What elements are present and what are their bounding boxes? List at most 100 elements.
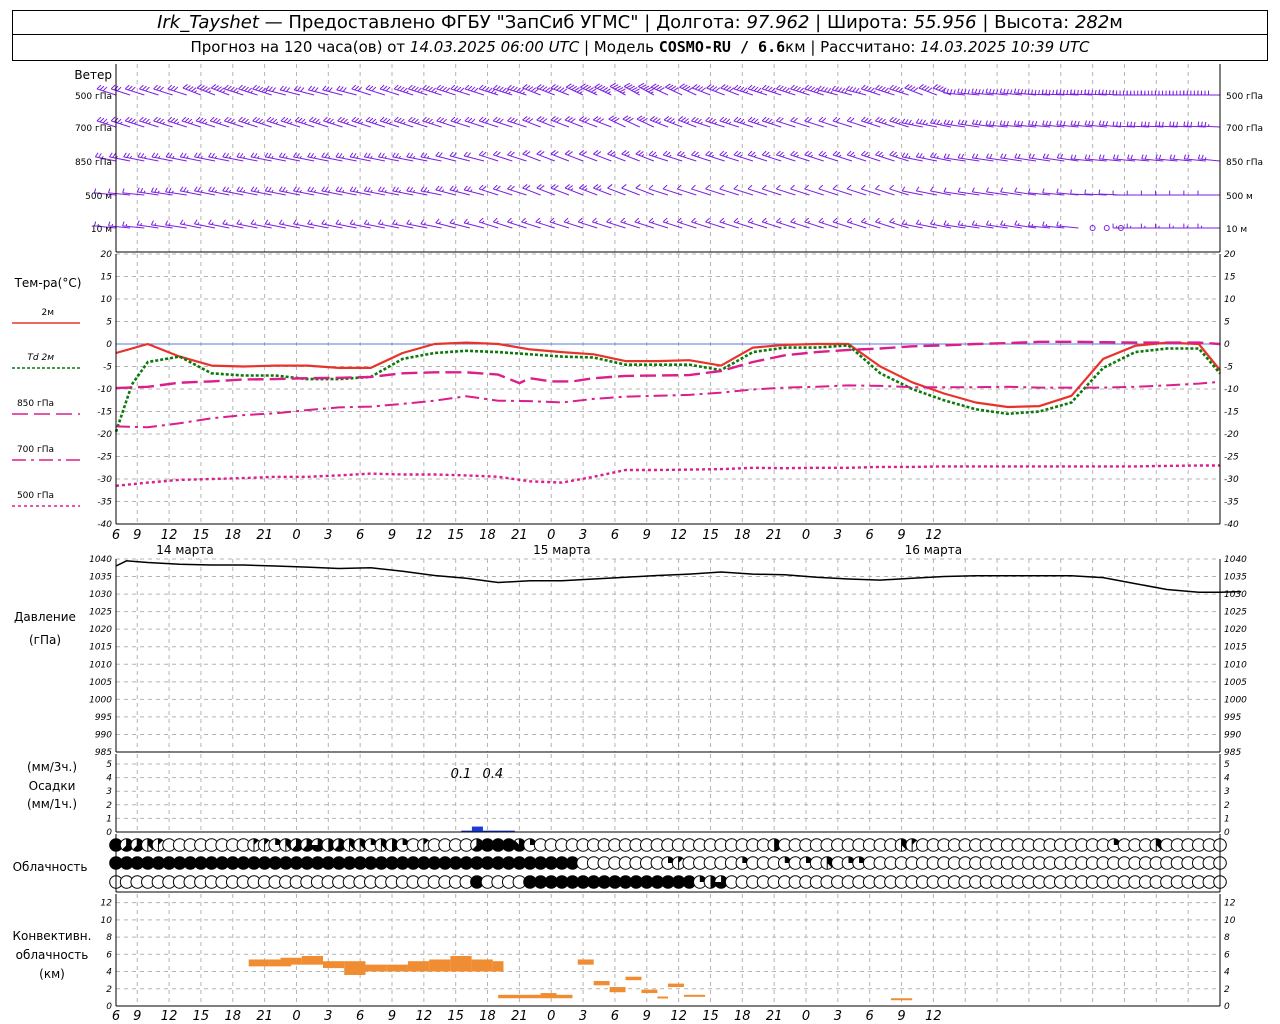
barb-flag	[827, 88, 832, 93]
barb-flag	[620, 217, 625, 223]
barb-flag	[1006, 121, 1009, 126]
barb-flag	[255, 117, 261, 123]
barb-flag	[593, 150, 599, 155]
barb-flag	[967, 89, 970, 95]
barb-flag	[1087, 89, 1090, 95]
barb-flag	[1204, 121, 1207, 127]
barb-half-flag	[367, 222, 370, 225]
barb-flag	[1014, 220, 1018, 226]
barb-half-flag	[250, 90, 253, 94]
barb-flag	[924, 86, 930, 91]
conv-bar	[556, 994, 573, 999]
barb-flag	[293, 219, 297, 225]
barb-flag	[565, 83, 572, 88]
barb-half-flag	[200, 189, 203, 193]
wind-barb	[663, 116, 683, 128]
barb-flag	[1190, 121, 1193, 127]
barb-flag	[123, 152, 127, 158]
barb-flag	[1031, 89, 1033, 95]
barb-flag	[985, 187, 989, 193]
barb-flag	[1006, 89, 1009, 94]
barb-flag	[1042, 188, 1045, 194]
barb-flag	[296, 187, 300, 192]
barb-flag	[379, 116, 385, 122]
barb-flag	[767, 118, 773, 124]
barb-flag	[1147, 121, 1150, 127]
barb-flag	[895, 86, 900, 92]
barb-flag	[428, 86, 433, 92]
barb-staff	[621, 153, 640, 162]
barb-half-flag	[892, 220, 895, 224]
barb-half-flag	[409, 222, 412, 225]
conv-bar	[577, 959, 594, 965]
barb-flag	[938, 86, 944, 91]
barb-flag	[1042, 153, 1046, 159]
barb-half-flag	[257, 155, 260, 159]
barb-flag	[553, 85, 559, 90]
conv-y-tick-left: 12	[101, 899, 113, 909]
wind-barb	[889, 184, 909, 196]
barb-flag	[1088, 120, 1091, 126]
wind-barb	[507, 116, 527, 128]
x-tick-label: 6	[112, 1009, 120, 1024]
barb-flag	[498, 118, 504, 124]
wind-barb	[1183, 90, 1206, 96]
barb-flag	[1073, 89, 1076, 95]
temp-y-tick-left: -40	[97, 520, 112, 530]
pressure-y-tick-left: 995	[95, 713, 112, 723]
barb-half-flag	[866, 154, 870, 158]
barb-flag	[467, 117, 473, 123]
barb-flag	[241, 117, 246, 123]
barb-flag	[297, 117, 303, 123]
barb-flag	[181, 116, 187, 122]
barb-half-flag	[788, 90, 791, 94]
barb-flag	[838, 87, 843, 92]
barb-flag	[1003, 120, 1006, 126]
barb-flag	[535, 217, 541, 223]
barb-flag	[1042, 221, 1045, 227]
barb-flag	[1056, 221, 1059, 227]
barb-flag	[1014, 153, 1018, 159]
barb-flag	[767, 86, 773, 92]
conv-bar	[641, 989, 658, 994]
barb-flag	[1070, 189, 1072, 195]
wind-barb	[623, 82, 640, 96]
barb-flag	[1183, 121, 1186, 127]
barb-half-flag	[742, 121, 746, 125]
barb-flag	[1084, 189, 1087, 195]
barb-flag	[116, 86, 122, 92]
barb-flag	[922, 119, 926, 125]
barb-half-flag	[186, 189, 189, 193]
barb-flag	[293, 152, 297, 158]
barb-flag	[747, 184, 753, 190]
barb-flag	[1098, 89, 1101, 95]
barb-flag	[595, 151, 602, 156]
wind-barb	[1197, 223, 1220, 229]
barb-flag	[495, 151, 501, 157]
barb-staff	[635, 153, 655, 162]
barb-flag	[550, 84, 556, 89]
pressure-y-tick-left: 1030	[89, 590, 112, 600]
barb-flag	[733, 217, 739, 223]
barb-flag	[804, 84, 809, 90]
barb-half-flag	[285, 189, 288, 193]
barb-flag	[396, 85, 402, 91]
wind-barb	[1197, 90, 1220, 96]
barb-flag	[747, 84, 753, 90]
barb-flag	[863, 85, 869, 91]
barb-flag	[567, 185, 573, 190]
wind-barb	[196, 84, 216, 96]
barb-flag	[1017, 120, 1020, 126]
x-tick-label: 9	[133, 1009, 141, 1024]
temp-y-tick-left: -30	[97, 475, 112, 485]
conv-y-tick-left: 0	[106, 1002, 112, 1012]
barb-half-flag	[129, 155, 132, 159]
barb-flag	[1130, 154, 1133, 160]
barb-flag	[1112, 121, 1115, 127]
barb-flag	[821, 151, 827, 157]
barb-flag	[1127, 154, 1130, 160]
barb-flag	[1027, 89, 1030, 95]
x-tick-label: 3	[324, 528, 332, 543]
barb-flag	[974, 88, 978, 94]
barb-flag	[127, 85, 133, 91]
